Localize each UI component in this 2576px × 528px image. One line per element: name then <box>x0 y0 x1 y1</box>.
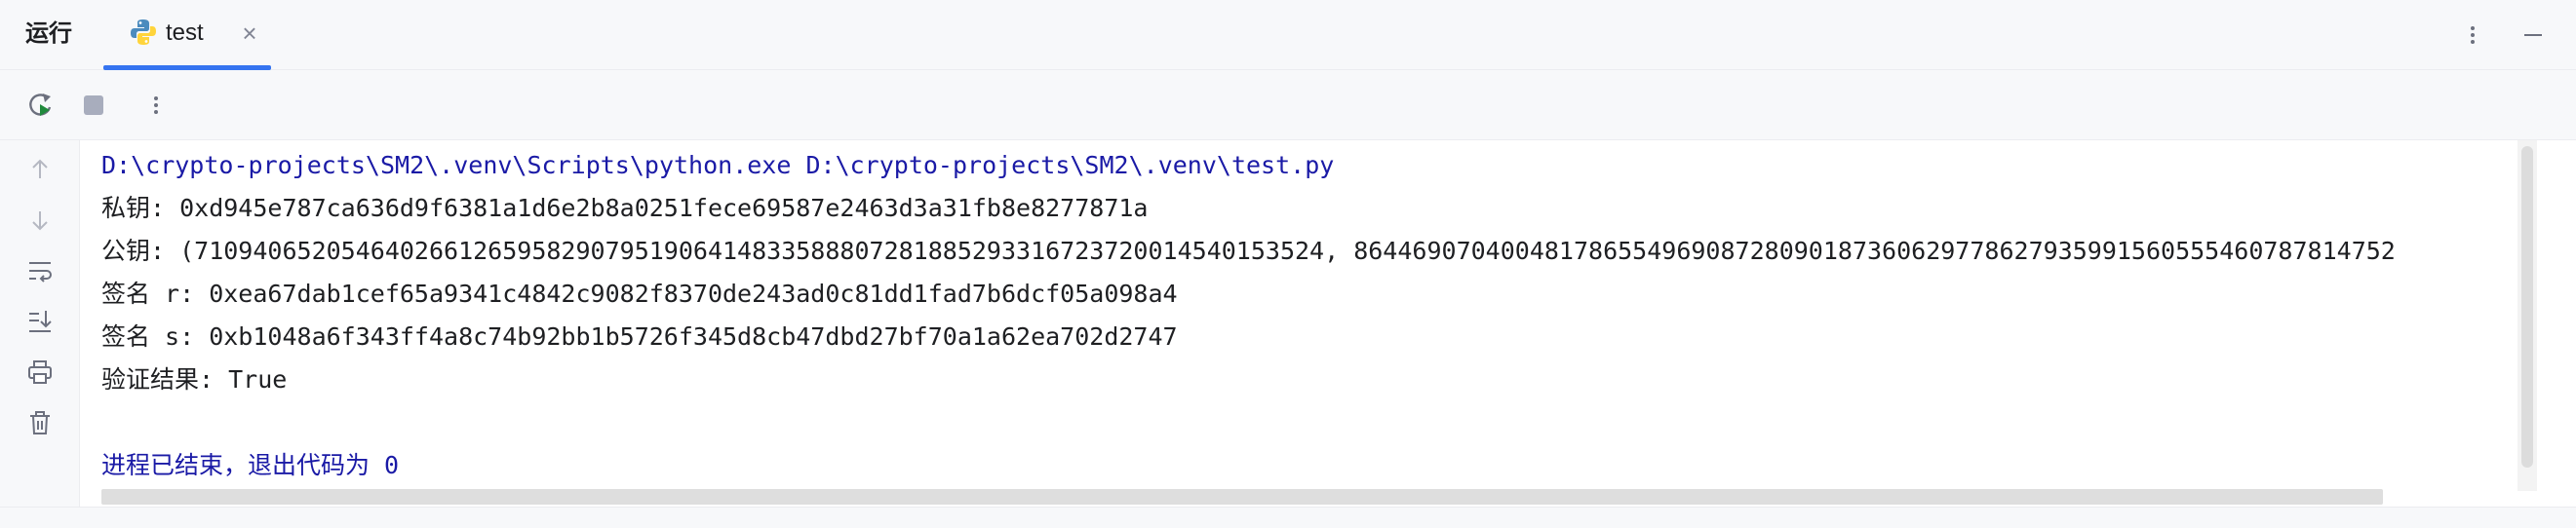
arrow-up-icon[interactable] <box>17 146 63 193</box>
scroll-to-end-icon[interactable] <box>17 298 63 345</box>
python-icon <box>129 18 158 47</box>
more-actions-icon[interactable] <box>133 82 179 129</box>
more-options-icon[interactable] <box>2449 12 2496 58</box>
vertical-scrollbar-thumb[interactable] <box>2521 146 2533 468</box>
stop-icon[interactable] <box>70 82 117 129</box>
console-line-private-key: 私钥: 0xd945e787ca636d9f6381a1d6e2b8a0251f… <box>101 194 1149 222</box>
panel-title: 运行 <box>25 19 72 47</box>
console-line-signature-s: 签名 s: 0xb1048a6f343ff4a8c74b92bb1b5726f3… <box>101 322 1178 351</box>
rerun-icon[interactable] <box>18 82 64 129</box>
console-output[interactable]: D:\crypto-projects\SM2\.venv\Scripts\pyt… <box>80 140 2517 491</box>
run-panel-header: 运行 test × <box>0 0 2576 70</box>
arrow-down-icon[interactable] <box>17 197 63 244</box>
horizontal-scrollbar[interactable] <box>101 489 2383 505</box>
console-side-toolbar <box>0 140 80 528</box>
console-line-command: D:\crypto-projects\SM2\.venv\Scripts\pyt… <box>101 151 1335 179</box>
console-line-signature-r: 签名 r: 0xea67dab1cef65a9341c4842c9082f837… <box>101 280 1178 308</box>
console-line-verify-result: 验证结果: True <box>101 365 288 394</box>
minimize-icon[interactable] <box>2510 12 2556 58</box>
soft-wrap-icon[interactable] <box>17 247 63 294</box>
tab-label: test <box>166 19 204 46</box>
run-tool-window: 运行 test × D:\crypto-projects\SM2\.venv\S… <box>0 0 2576 528</box>
tab-test[interactable]: test × <box>103 0 271 70</box>
console-line-exit-code: 进程已结束，退出代码为 0 <box>101 451 400 479</box>
print-icon[interactable] <box>17 349 63 396</box>
close-icon[interactable]: × <box>232 16 267 51</box>
status-bar <box>0 507 2576 528</box>
trash-icon[interactable] <box>17 399 63 446</box>
console-line-public-key: 公钥: (71094065205464026612659582907951906… <box>101 237 2396 265</box>
run-toolbar <box>0 70 2576 140</box>
